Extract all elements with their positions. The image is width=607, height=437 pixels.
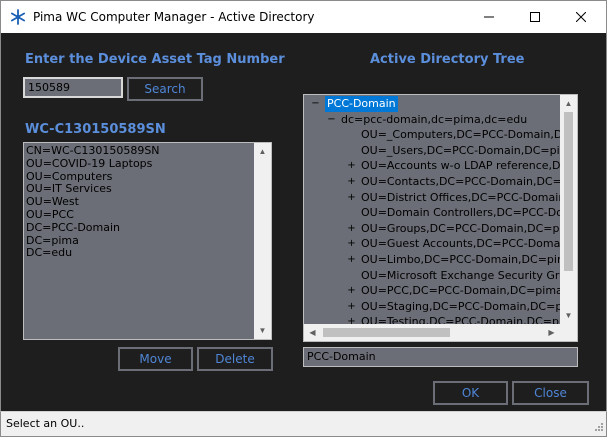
tree-node-label[interactable]: OU=PCC,DC=PCC-Domain,DC=pima,DC=ed (361, 283, 560, 299)
tree-node-label[interactable]: OU=Guest Accounts,DC=PCC-Domain,DC=p (361, 236, 560, 252)
tree-node-label[interactable]: OU=_Computers,DC=PCC-Domain,DC=pima (361, 127, 560, 143)
tree-node[interactable]: +OU=Contacts,DC=PCC-Domain,DC=pima,D (304, 174, 560, 190)
search-button[interactable]: Search (127, 77, 203, 101)
snowflake-icon (10, 9, 26, 25)
expand-plus-icon[interactable]: + (346, 221, 357, 237)
scroll-down-arrow-icon[interactable]: ▼ (560, 307, 577, 324)
dn-list-item[interactable]: CN=WC-C130150589SN (24, 144, 254, 158)
status-bar: Select an OU.. (0, 411, 607, 437)
tree-node-label[interactable]: OU=_Users,DC=PCC-Domain,DC=pima,DC (361, 143, 560, 159)
close-window-button[interactable] (558, 1, 604, 33)
tree-horizontal-scrollbar[interactable]: ◀ ▶ (304, 324, 560, 341)
window-title: Pima WC Computer Manager - Active Direct… (33, 10, 315, 24)
tree-node-label[interactable]: OU=Groups,DC=PCC-Domain,DC=pima,DC (361, 221, 560, 237)
tree-node-label[interactable]: OU=Domain Controllers,DC=PCC-Domain,D (361, 205, 560, 221)
maximize-icon (530, 12, 540, 22)
dn-list-item[interactable]: DC=edu (24, 247, 254, 260)
tree-node[interactable]: +OU=Accounts w-o LDAP reference,DC=PCC (304, 158, 560, 174)
minimize-icon (484, 16, 494, 18)
tree-node-label[interactable]: OU=Accounts w-o LDAP reference,DC=PCC (361, 158, 560, 174)
tree-horizontal-scroll-thumb[interactable] (323, 328, 450, 337)
scroll-up-arrow-icon[interactable]: ▲ (560, 95, 577, 112)
client-area: Enter the Device Asset Tag Number Search… (0, 33, 607, 411)
tree-node[interactable]: +OU=Limbo,DC=PCC-Domain,DC=pima,DC= (304, 252, 560, 268)
expand-plus-icon[interactable]: + (346, 252, 357, 268)
distinguished-name-list[interactable]: CN=WC-C130150589SN OU=COVID-19 Laptops OU=… (23, 142, 272, 340)
tree-vertical-scroll-thumb[interactable] (564, 112, 573, 271)
tree-node-label[interactable]: OU=District Offices,DC=PCC-Domain,DC=p (361, 190, 560, 206)
expand-plus-icon[interactable]: + (346, 314, 357, 324)
collapse-minus-icon[interactable]: − (310, 96, 321, 112)
expand-plus-icon[interactable]: + (346, 236, 357, 252)
tree-node[interactable]: − dc=pcc-domain,dc=pima,dc=edu (304, 112, 560, 128)
minimize-button[interactable] (466, 1, 512, 33)
selected-ou-field[interactable]: PCC-Domain (303, 347, 578, 367)
tree-node[interactable]: +OU=Staging,DC=PCC-Domain,DC=pima,DC (304, 299, 560, 315)
tree-node[interactable]: +OU=District Offices,DC=PCC-Domain,DC=p (304, 190, 560, 206)
tree-node[interactable]: OU=Domain Controllers,DC=PCC-Domain,D (304, 205, 560, 221)
scroll-left-arrow-icon[interactable]: ◀ (304, 324, 321, 341)
computer-name-heading: WC-C130150589SN (25, 122, 166, 137)
scroll-down-arrow-icon[interactable]: ▼ (254, 322, 271, 339)
tree-node-label[interactable]: OU=Contacts,DC=PCC-Domain,DC=pima,D (361, 174, 560, 190)
tree-node[interactable]: OU=Microsoft Exchange Security Groups,D (304, 268, 560, 284)
tree-node[interactable]: OU=_Computers,DC=PCC-Domain,DC=pima (304, 127, 560, 143)
dn-list-item[interactable]: OU=COVID-19 Laptops (24, 157, 254, 171)
title-bar[interactable]: Pima WC Computer Manager - Active Direct… (0, 0, 607, 33)
dn-list-vertical-scrollbar[interactable]: ▲ ▼ (254, 143, 271, 339)
tree-rows: − PCC-Domain − dc=pcc-domain,dc=pima,dc=edu… (304, 95, 560, 324)
expand-plus-icon[interactable]: + (346, 283, 357, 299)
dn-list-item[interactable]: OU=PCC (24, 208, 254, 222)
tree-node-label[interactable]: OU=Staging,DC=PCC-Domain,DC=pima,DC (361, 299, 560, 315)
scroll-up-arrow-icon[interactable]: ▲ (254, 143, 271, 160)
tree-node-label[interactable]: OU=Microsoft Exchange Security Groups,D (361, 268, 560, 284)
tree-node[interactable]: + OU=Testing,DC=PCC-Domain,DC=pima,DC (304, 314, 560, 324)
dn-lines: CN=WC-C130150589SN OU=COVID-19 Laptops OU=… (24, 144, 254, 260)
status-text: Select an OU.. (6, 417, 85, 430)
expand-plus-icon[interactable]: + (346, 190, 357, 206)
tree-node-label[interactable]: OU=Testing,DC=PCC-Domain,DC=pima,DC (361, 314, 560, 324)
ok-button[interactable]: OK (433, 381, 508, 405)
delete-button[interactable]: Delete (197, 347, 273, 371)
ad-tree-heading: Active Directory Tree (370, 52, 525, 67)
tree-node[interactable]: +OU=Guest Accounts,DC=PCC-Domain,DC=p (304, 236, 560, 252)
expand-plus-icon[interactable]: + (346, 158, 357, 174)
tree-vertical-scrollbar[interactable]: ▲ ▼ (560, 95, 577, 324)
collapse-minus-icon[interactable]: − (326, 112, 337, 128)
tree-node[interactable]: +OU=Groups,DC=PCC-Domain,DC=pima,DC (304, 221, 560, 237)
expand-plus-icon[interactable]: + (346, 174, 357, 190)
dn-list-item[interactable]: DC=PCC-Domain (24, 221, 254, 235)
close-icon (576, 12, 586, 22)
tree-node[interactable]: − PCC-Domain (304, 96, 560, 112)
move-button[interactable]: Move (118, 347, 193, 371)
tree-node-label[interactable]: dc=pcc-domain,dc=pima,dc=edu (341, 112, 527, 128)
asset-tag-input[interactable] (23, 77, 123, 98)
tree-node-label[interactable]: OU=Limbo,DC=PCC-Domain,DC=pima,DC= (361, 252, 560, 268)
tree-node[interactable]: OU=_Users,DC=PCC-Domain,DC=pima,DC (304, 143, 560, 159)
ad-tree-view[interactable]: − PCC-Domain − dc=pcc-domain,dc=pima,dc=edu… (303, 94, 578, 342)
resize-grip-icon[interactable] (593, 423, 603, 433)
maximize-button[interactable] (512, 1, 558, 33)
scroll-right-arrow-icon[interactable]: ▶ (543, 324, 560, 341)
scroll-corner (560, 324, 577, 341)
tree-node-label[interactable]: PCC-Domain (325, 96, 398, 112)
tree-node[interactable]: +OU=PCC,DC=PCC-Domain,DC=pima,DC=ed (304, 283, 560, 299)
close-button[interactable]: Close (512, 381, 589, 405)
expand-plus-icon[interactable]: + (346, 299, 357, 315)
asset-tag-heading: Enter the Device Asset Tag Number (25, 52, 285, 67)
